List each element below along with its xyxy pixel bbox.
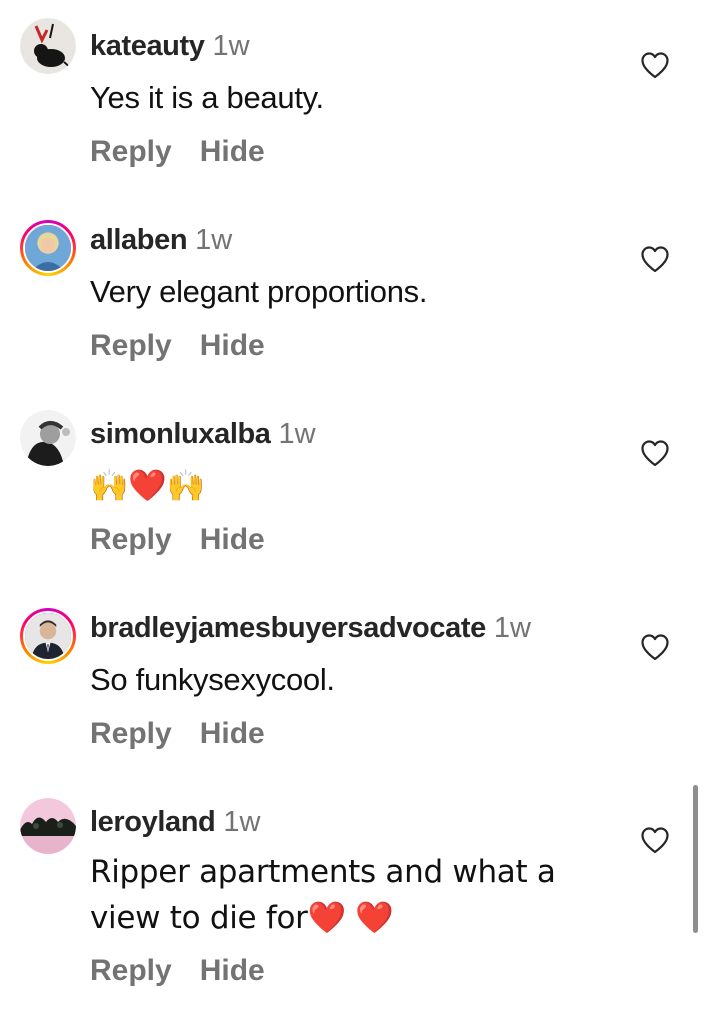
comment-actions: Reply Hide — [90, 328, 265, 364]
timestamp: 1w — [223, 806, 261, 838]
avatar[interactable] — [20, 798, 76, 854]
heart-outline-icon — [641, 246, 669, 273]
comment-header: bradleyjamesbuyersadvocate 1w — [90, 610, 531, 646]
username[interactable]: bradleyjamesbuyersadvocate — [90, 612, 486, 644]
heart-outline-icon — [641, 52, 669, 79]
woman-portrait-avatar-icon — [25, 225, 71, 271]
timestamp: 1w — [195, 224, 233, 256]
avatar[interactable] — [20, 18, 76, 74]
comment-header: allaben 1w — [90, 222, 232, 258]
like-button[interactable] — [640, 245, 670, 273]
heart-outline-icon — [641, 634, 669, 661]
timestamp: 1w — [493, 612, 531, 644]
comment-text: 🙌❤️🙌 — [90, 468, 205, 504]
reply-button[interactable]: Reply — [90, 328, 172, 364]
like-button[interactable] — [640, 439, 670, 467]
comment-text: Ripper apartments and what a view to die… — [90, 854, 556, 936]
timestamp: 1w — [278, 418, 316, 450]
username[interactable]: allaben — [90, 224, 188, 256]
timestamp: 1w — [212, 30, 250, 62]
scrollbar[interactable] — [693, 785, 698, 933]
hide-button[interactable]: Hide — [200, 716, 265, 752]
reply-button[interactable]: Reply — [90, 522, 172, 558]
username[interactable]: leroyland — [90, 806, 216, 838]
comment-header: leroyland 1w — [90, 804, 260, 840]
comment-text: Very elegant proportions. — [90, 274, 428, 309]
comment-actions: Reply Hide — [90, 522, 265, 558]
comment-header: kateauty 1w — [90, 28, 250, 64]
comment-header: simonluxalba 1w — [90, 416, 316, 452]
avatar[interactable] — [20, 220, 76, 276]
hide-button[interactable]: Hide — [200, 328, 265, 364]
comment-actions: Reply Hide — [90, 134, 265, 170]
comment-actions: Reply Hide — [90, 953, 265, 989]
username[interactable]: kateauty — [90, 30, 205, 62]
avatar[interactable] — [20, 608, 76, 664]
landscape-avatar-icon — [20, 798, 76, 854]
comment-text: So funkysexycool. — [90, 662, 335, 697]
hide-button[interactable]: Hide — [200, 522, 265, 558]
comment-text: Yes it is a beauty. — [90, 80, 324, 115]
like-button[interactable] — [640, 51, 670, 79]
like-button[interactable] — [640, 826, 670, 854]
like-button[interactable] — [640, 633, 670, 661]
reply-button[interactable]: Reply — [90, 953, 172, 989]
heart-outline-icon — [641, 440, 669, 467]
username[interactable]: simonluxalba — [90, 418, 271, 450]
bw-portrait-avatar-icon — [20, 410, 76, 466]
avatar[interactable] — [20, 410, 76, 466]
reply-button[interactable]: Reply — [90, 134, 172, 170]
comment-actions: Reply Hide — [90, 716, 265, 752]
heart-outline-icon — [641, 827, 669, 854]
hide-button[interactable]: Hide — [200, 134, 265, 170]
man-suit-avatar-icon — [25, 613, 71, 659]
hide-button[interactable]: Hide — [200, 953, 265, 989]
reply-button[interactable]: Reply — [90, 716, 172, 752]
rat-graffiti-avatar-icon — [20, 18, 76, 74]
